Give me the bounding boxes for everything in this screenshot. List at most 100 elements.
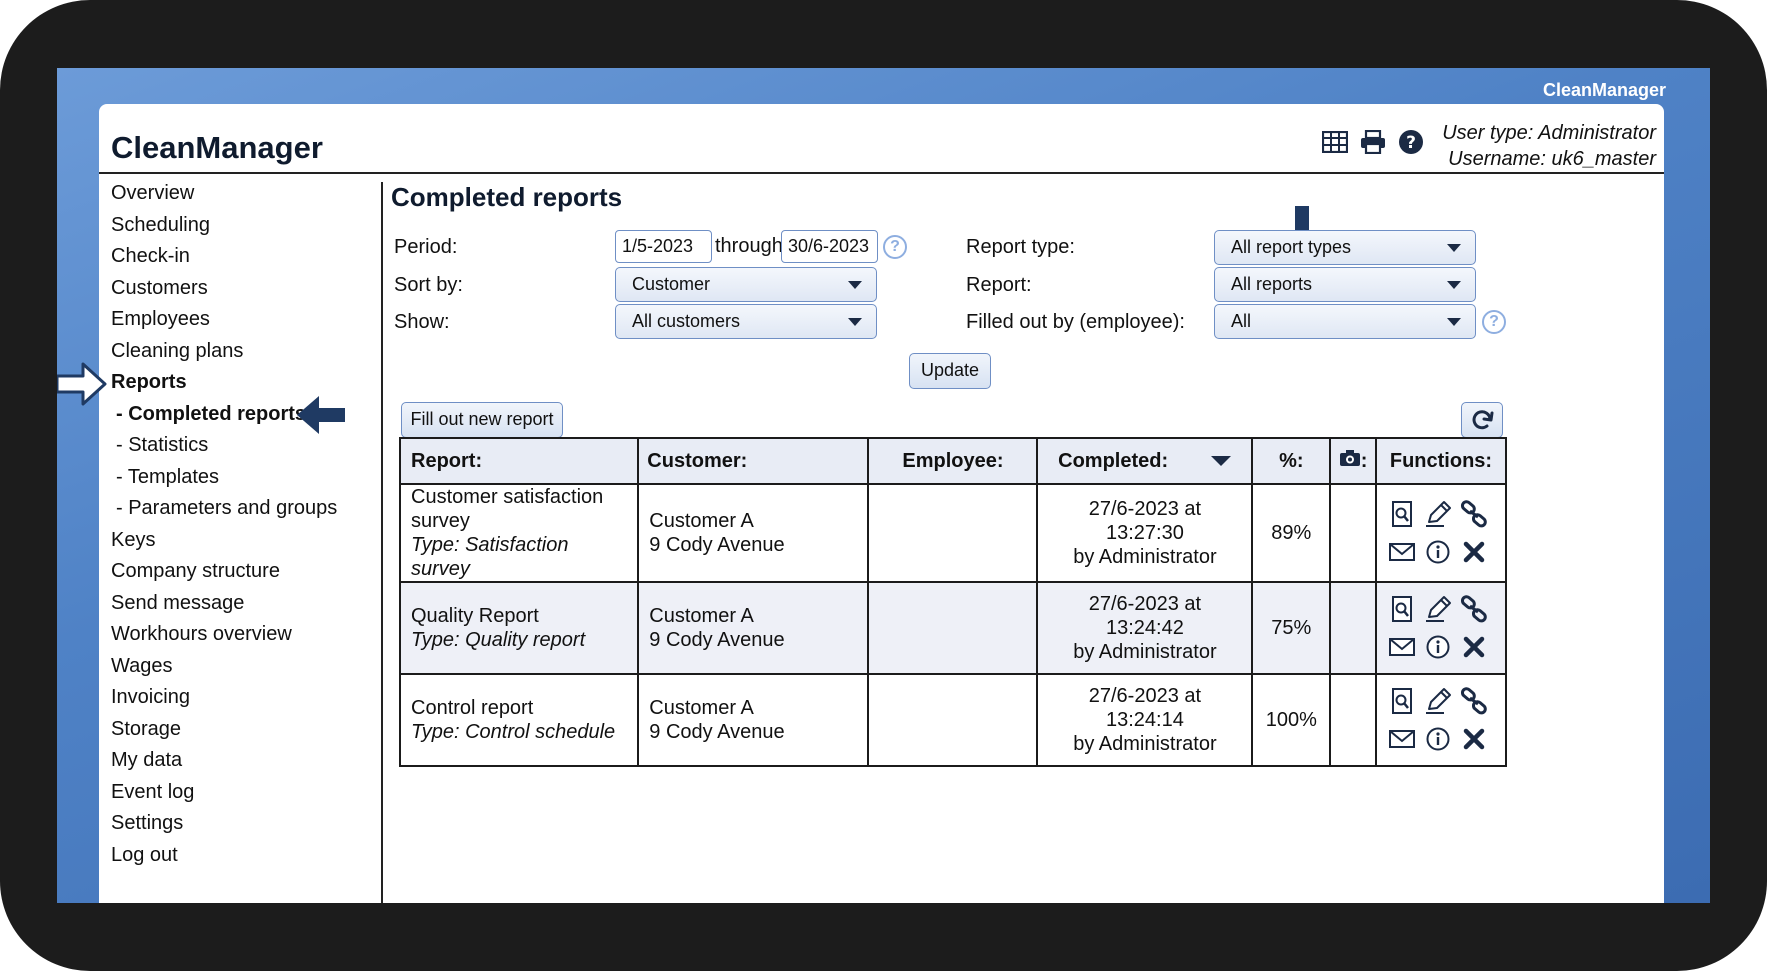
cell-report: Quality Report Type: Quality report	[398, 581, 640, 675]
show-label: Show:	[394, 311, 450, 333]
filled-out-by-select[interactable]: All	[1214, 304, 1476, 339]
sidebar-item-wages[interactable]: Wages	[111, 651, 381, 683]
sidebar-item-keys[interactable]: Keys	[111, 525, 381, 557]
sort-descending-icon	[1210, 455, 1231, 466]
sidebar-item-check-in[interactable]: Check-in	[111, 241, 381, 273]
view-icon[interactable]	[1387, 686, 1417, 716]
printer-icon[interactable]	[1359, 128, 1387, 156]
cell-photo	[1329, 483, 1377, 583]
edit-icon[interactable]	[1423, 686, 1453, 716]
table-row[interactable]: Control report Type: Control schedule Cu…	[398, 673, 1508, 767]
username: Username: uk6_master	[1448, 148, 1656, 170]
sidebar-item-templates[interactable]: - Templates	[111, 462, 381, 494]
period-help-icon[interactable]: ?	[883, 235, 907, 259]
reports-table: Report: Customer: Employee: Completed: %…	[398, 437, 1508, 767]
sidebar-item-overview[interactable]: Overview	[111, 178, 381, 210]
column-header-report[interactable]: Report:	[398, 437, 640, 485]
sidebar-item-company-structure[interactable]: Company structure	[111, 556, 381, 588]
sort-by-select[interactable]: Customer	[615, 267, 877, 302]
refresh-icon	[1472, 410, 1494, 430]
sidebar-item-cleaning-plans[interactable]: Cleaning plans	[111, 336, 381, 368]
sidebar-item-my-data[interactable]: My data	[111, 745, 381, 777]
cell-functions	[1374, 483, 1508, 583]
email-icon[interactable]	[1387, 537, 1417, 567]
report-label: Report:	[966, 274, 1032, 296]
filled-out-by-help-icon[interactable]: ?	[1482, 310, 1506, 334]
period-to-input[interactable]: 30/6-2023	[781, 230, 878, 263]
cell-employee	[867, 673, 1039, 767]
completed-datetime: 27/6-2023 at 13:27:30	[1088, 498, 1202, 544]
through-label: through	[715, 235, 783, 257]
edit-icon[interactable]	[1423, 499, 1453, 529]
column-header-employee[interactable]: Employee:	[867, 437, 1039, 485]
chevron-down-icon	[1447, 244, 1461, 252]
sidebar-item-invoicing[interactable]: Invoicing	[111, 682, 381, 714]
table-row[interactable]: Quality Report Type: Quality report Cust…	[398, 581, 1508, 675]
screen: CleanManager CleanManager ? User type: A…	[57, 68, 1710, 903]
fill-out-new-report-button[interactable]: Fill out new report	[401, 402, 563, 438]
cell-percent: 100%	[1251, 673, 1332, 767]
customer-address: 9 Cody Avenue	[649, 534, 785, 556]
sidebar-item-send-message[interactable]: Send message	[111, 588, 381, 620]
column-header-photo-suffix: :	[1360, 450, 1368, 472]
cell-percent: 75%	[1251, 581, 1332, 675]
delete-icon[interactable]	[1459, 724, 1489, 754]
sidebar-item-settings[interactable]: Settings	[111, 808, 381, 840]
info-icon[interactable]	[1423, 537, 1453, 567]
app-title: CleanManager	[111, 130, 323, 165]
email-icon[interactable]	[1387, 724, 1417, 754]
sidebar-item-event-log[interactable]: Event log	[111, 777, 381, 809]
cell-photo	[1329, 581, 1377, 675]
view-icon[interactable]	[1387, 594, 1417, 624]
refresh-button[interactable]	[1461, 402, 1503, 438]
report-type-select[interactable]: All report types	[1214, 230, 1476, 265]
link-icon[interactable]	[1459, 594, 1489, 624]
report-value: All reports	[1231, 274, 1313, 294]
sidebar-item-parameters-and-groups[interactable]: - Parameters and groups	[111, 493, 381, 525]
report-type-label: Report type:	[966, 236, 1075, 258]
sidebar-item-workhours-overview[interactable]: Workhours overview	[111, 619, 381, 651]
email-icon[interactable]	[1387, 632, 1417, 662]
show-select[interactable]: All customers	[615, 304, 877, 339]
table-row[interactable]: Customer satisfaction survey Type: Satis…	[398, 483, 1508, 583]
customer-address: 9 Cody Avenue	[649, 721, 785, 743]
report-name-line-1: Customer satisfaction	[411, 486, 604, 508]
completed-by: by Administrator	[1073, 641, 1217, 663]
brand-top-label: CleanManager	[1542, 80, 1666, 100]
page-title: Completed reports	[391, 182, 623, 212]
report-select[interactable]: All reports	[1214, 267, 1476, 302]
filled-out-by-value: All	[1231, 311, 1252, 331]
link-icon[interactable]	[1459, 499, 1489, 529]
report-type: Type: Quality report	[411, 629, 586, 651]
info-icon[interactable]	[1423, 632, 1453, 662]
update-button[interactable]: Update	[909, 353, 991, 389]
link-icon[interactable]	[1459, 686, 1489, 716]
completed-by: by Administrator	[1073, 546, 1217, 568]
view-icon[interactable]	[1387, 499, 1417, 529]
column-header-completed[interactable]: Completed:	[1036, 437, 1254, 485]
info-icon[interactable]	[1423, 724, 1453, 754]
cell-employee	[867, 581, 1039, 675]
period-from-input[interactable]: 1/5-2023	[615, 230, 712, 263]
column-header-percent[interactable]: %:	[1251, 437, 1332, 485]
filled-out-by-label: Filled out by (employee):	[966, 311, 1185, 333]
main-content: Completed reports Period: 1/5-2023 throu…	[391, 178, 1656, 767]
help-icon[interactable]: ?	[1397, 128, 1425, 156]
report-type-value: All report types	[1231, 237, 1352, 257]
sidebar-item-scheduling[interactable]: Scheduling	[111, 210, 381, 242]
header-icons: ?	[1321, 128, 1425, 156]
sidebar-item-log-out[interactable]: Log out	[111, 840, 381, 872]
customer-address: 9 Cody Avenue	[649, 629, 785, 651]
camera-icon	[1339, 450, 1360, 466]
column-header-photo[interactable]: :	[1329, 437, 1377, 485]
table-icon[interactable]	[1321, 128, 1349, 156]
column-header-customer[interactable]: Customer:	[637, 437, 870, 485]
sidebar-item-storage[interactable]: Storage	[111, 714, 381, 746]
delete-icon[interactable]	[1459, 632, 1489, 662]
edit-icon[interactable]	[1423, 594, 1453, 624]
period-label: Period:	[394, 236, 458, 258]
sidebar-item-employees[interactable]: Employees	[111, 304, 381, 336]
show-value: All customers	[632, 311, 741, 331]
delete-icon[interactable]	[1459, 537, 1489, 567]
sidebar-item-customers[interactable]: Customers	[111, 273, 381, 305]
